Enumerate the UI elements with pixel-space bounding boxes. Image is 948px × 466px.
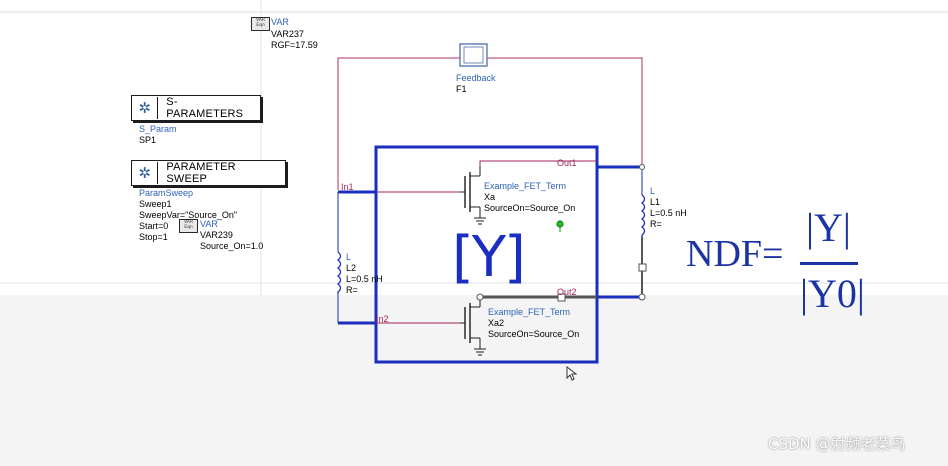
ndf-numerator: |Y| [806,205,851,250]
fet1-param: SourceOn=Source_On [484,203,576,213]
var-equation-icon[interactable]: VAR Eqn [251,17,270,31]
sweep-stop: Stop=1 [139,232,168,242]
var-small-type: VAR [200,219,218,229]
schematic-canvas[interactable]: VAR Eqn VAR VAR237 RGF=17.59 ✲ S-PARAMET… [0,0,948,466]
s-parameters-title: S-PARAMETERS [166,96,244,120]
var-top-type: VAR [271,17,289,27]
feedback-name: F1 [456,84,467,94]
var-top-name: VAR237 [271,29,304,39]
fet2-name: Xa2 [488,318,505,328]
mouse-pointer-icon [566,366,577,381]
s-param-name: SP1 [139,135,157,145]
feedback-type: Feedback [456,73,496,83]
var-small-value: Source_On=1.0 [200,241,264,251]
parameter-sweep-title: PARAMETER SWEEP [166,161,236,185]
l2-value: L=0.5 nH [346,274,383,284]
port-out2: Out2 [557,287,577,297]
l2-type: L [346,252,352,262]
l2-name: L2 [346,263,357,273]
fet1-type: Example_FET_Term [484,181,567,191]
parameter-sweep-icon: ✲ [132,162,159,184]
watermark: CSDN @射频老菜鸟 [768,435,906,453]
y-matrix-symbol: [Y] [452,225,526,290]
sweep-type: ParamSweep [139,188,194,198]
sweep-start: Start=0 [139,221,169,231]
port-in2: In2 [376,314,389,324]
sweep-name: Sweep1 [139,199,172,209]
ndf-label: NDF= [686,233,784,275]
s-parameters-icon: ✲ [132,97,159,119]
var-top-value: RGF=17.59 [271,40,318,50]
l1-name: L1 [650,197,661,207]
var-small-icon-text: VAR Eqn [184,220,193,230]
s-parameters-component[interactable]: ✲ S-PARAMETERS [131,95,261,121]
var-icon-text: VAR Eqn [256,18,265,28]
fet2-type: Example_FET_Term [488,307,571,317]
l1-type: L [650,186,656,196]
l1-r: R= [650,219,662,229]
ndf-denominator: |Y0| [800,271,865,316]
fet2-param: SourceOn=Source_On [488,329,580,339]
port-in1: In1 [341,182,354,192]
port-out1: Out1 [557,158,577,168]
ndf-fraction-bar [800,262,858,265]
l2-r: R= [346,285,358,295]
s-param-type: S_Param [139,124,177,134]
var-equation-icon-small[interactable]: VAR Eqn [179,219,198,233]
l1-value: L=0.5 nH [650,208,687,218]
var-small-name: VAR239 [200,230,233,240]
fet1-name: Xa [484,192,496,202]
parameter-sweep-component[interactable]: ✲ PARAMETER SWEEP [131,160,286,186]
